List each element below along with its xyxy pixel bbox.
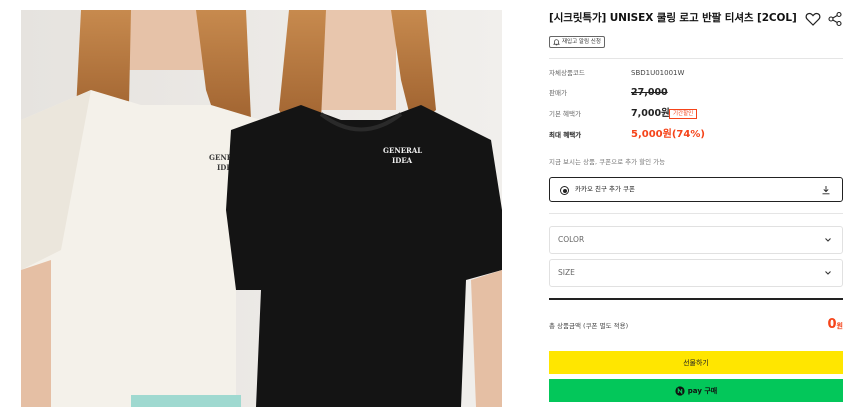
product-photo-illustration: GENERAL IDEA GENERAL IDEA xyxy=(21,10,502,407)
chevron-down-icon xyxy=(825,238,831,242)
total-divider xyxy=(549,298,843,300)
coupon-note: 지금 보시는 상품, 쿠폰으로 추가 할인 가능 xyxy=(549,158,666,166)
original-price: 27,000 xyxy=(631,87,668,98)
color-select-placeholder: COLOR xyxy=(558,235,585,244)
svg-text:IDEA: IDEA xyxy=(392,156,413,165)
bell-icon xyxy=(553,38,560,45)
color-select[interactable]: COLOR xyxy=(549,226,843,254)
benefit-price-label: 기본 혜택가 xyxy=(549,110,581,118)
max-benefit-label: 최대 혜택가 xyxy=(549,131,582,139)
npay-button-label: pay 구매 xyxy=(687,386,718,395)
download-icon[interactable] xyxy=(821,185,831,195)
kakao-coupon-option[interactable]: 카카오 친구 추가 쿠폰 xyxy=(549,177,843,202)
max-benefit-row: 최대 혜택가 5,000원(74%) xyxy=(549,128,843,142)
max-benefit-value: 5,000원(74%) xyxy=(631,129,705,140)
divider xyxy=(549,58,843,59)
coupon-label: 카카오 친구 추가 쿠폰 xyxy=(575,185,636,193)
product-image: GENERAL IDEA GENERAL IDEA xyxy=(21,10,502,407)
total-price-label: 총 상품금액 (쿠폰 별도 적용) xyxy=(549,322,629,330)
total-price: 0원 xyxy=(799,313,844,332)
benefit-price-value: 7,000원 xyxy=(631,108,670,119)
restock-alert-button[interactable]: 재입고 알림 신청 xyxy=(549,36,605,48)
gift-button[interactable]: 선물하기 xyxy=(549,351,843,374)
price-row: 판매가 27,000 xyxy=(549,86,843,100)
share-icon[interactable] xyxy=(827,11,843,27)
npay-button[interactable]: pay 구매 xyxy=(549,379,843,402)
chevron-down-icon xyxy=(825,271,831,275)
naver-n-icon xyxy=(675,385,685,396)
product-code-value: SBD1U01001W xyxy=(631,69,685,77)
period-discount-badge: 기간할인 xyxy=(669,109,698,119)
product-title: [시크릿특가] UNISEX 쿨링 로고 반팔 티셔츠 [2COL] xyxy=(549,12,797,24)
restock-label: 재입고 알림 신청 xyxy=(562,39,601,45)
heart-icon[interactable] xyxy=(805,11,821,27)
price-label: 판매가 xyxy=(549,89,567,97)
size-select-placeholder: SIZE xyxy=(558,268,575,277)
divider xyxy=(549,213,843,214)
svg-text:GENERAL: GENERAL xyxy=(383,146,422,155)
product-code-label: 자체상품코드 xyxy=(549,69,585,77)
product-info-panel: [시크릿특가] UNISEX 쿨링 로고 반팔 티셔츠 [2COL] 재입고 알… xyxy=(549,0,843,407)
total-price-unit: 원 xyxy=(836,322,843,330)
product-code-row: 자체상품코드 SBD1U01001W xyxy=(549,66,843,80)
total-price-amount: 0 xyxy=(827,317,837,332)
title-row: [시크릿특가] UNISEX 쿨링 로고 반팔 티셔츠 [2COL] xyxy=(549,10,843,28)
coupon-radio[interactable] xyxy=(560,186,569,195)
benefit-price-row: 기본 혜택가 7,000원 기간할인 xyxy=(549,107,843,121)
gift-button-label: 선물하기 xyxy=(683,358,709,367)
size-select[interactable]: SIZE xyxy=(549,259,843,287)
